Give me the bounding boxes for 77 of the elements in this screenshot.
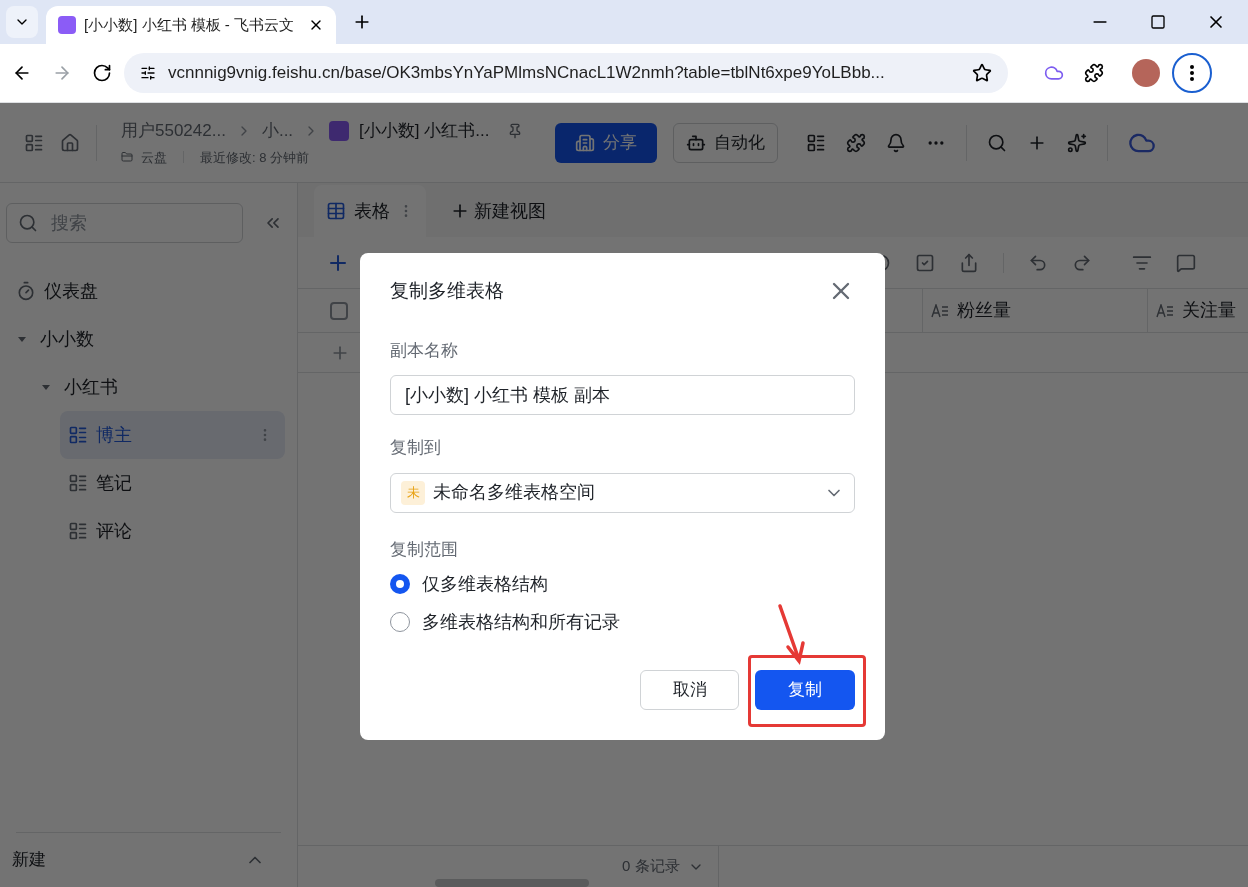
sidebar-item[interactable]: 小小数 [0, 315, 285, 363]
sidebar-item-label: 博主 [96, 423, 132, 447]
radio-label: 仅多维表格结构 [422, 572, 548, 596]
sidebar-item[interactable]: 博主 [60, 411, 285, 459]
sidebar-item[interactable]: 评论 [60, 507, 285, 555]
comment-icon[interactable] [1176, 252, 1196, 273]
plugin-icon[interactable] [846, 132, 867, 153]
sidebar-item[interactable]: 笔记 [60, 459, 285, 507]
field-label: 复制到 [390, 437, 442, 459]
breadcrumb-item[interactable]: 用户550242... [121, 118, 226, 144]
tab-list-button[interactable] [6, 6, 38, 38]
home-icon[interactable] [60, 132, 80, 153]
site-settings-icon[interactable] [140, 65, 156, 81]
app-logo-icon [329, 120, 350, 141]
text-field-icon [1156, 303, 1174, 318]
select-all-checkbox[interactable] [330, 301, 348, 320]
checklist-icon[interactable] [915, 252, 935, 273]
search-icon [18, 213, 38, 233]
automation-button[interactable]: 自动化 [673, 122, 779, 163]
breadcrumb-item[interactable]: 小... [261, 118, 294, 144]
space-badge: 未 [401, 480, 425, 505]
column-header[interactable]: 关注量 [1147, 289, 1248, 332]
maximize-icon[interactable] [1150, 14, 1166, 30]
share-icon[interactable] [959, 252, 979, 273]
destination-value: 未命名多维表格空间 [433, 481, 595, 504]
sidebar-item-label: 笔记 [96, 471, 132, 495]
copy-name-field[interactable]: [小小数] 小红书 模板 副本 [390, 375, 855, 415]
new-label[interactable]: 新建 [12, 847, 46, 873]
bell-icon[interactable] [886, 132, 907, 153]
new-view-button[interactable]: 新建视图 [450, 185, 546, 237]
search-icon[interactable] [987, 132, 1008, 153]
share-button[interactable]: 分享 [555, 122, 658, 163]
extensions-icon[interactable] [1084, 63, 1104, 83]
reload-icon[interactable] [92, 63, 112, 83]
scrollbar[interactable] [435, 879, 589, 887]
folder-icon [121, 151, 133, 164]
profile-avatar[interactable] [1132, 59, 1160, 87]
field-label: 复制范围 [390, 538, 459, 561]
radio-button[interactable] [390, 574, 410, 594]
table-icon [68, 473, 88, 493]
menu-icon [1190, 65, 1194, 81]
text-field-icon [931, 303, 949, 318]
destination-select[interactable]: 未 未命名多维表格空间 [390, 472, 855, 513]
record-count[interactable]: 0 条记录 [622, 855, 704, 878]
sidebar-item[interactable]: 仪表盘 [0, 267, 285, 315]
breadcrumb-item[interactable]: [小小数] 小红书... [359, 118, 490, 144]
redo-icon[interactable] [1072, 252, 1092, 273]
app-logo-icon [58, 16, 76, 34]
menu-button[interactable] [1172, 53, 1212, 93]
sparkle-icon[interactable] [1067, 132, 1088, 153]
browser-tab[interactable]: [小小数] 小红书 模板 - 飞书云文 [46, 6, 336, 44]
dashboard-icon [16, 281, 36, 301]
sidebar-item[interactable]: 小红书 [0, 363, 285, 411]
pointer-arrow [776, 603, 806, 665]
building-icon [575, 132, 596, 153]
cancel-button[interactable]: 取消 [640, 670, 739, 710]
location-text[interactable]: 云盘 [141, 147, 167, 167]
cloud-icon[interactable] [1044, 63, 1064, 83]
address-bar[interactable]: vcnnnig9vnig.feishu.cn/base/OK3mbsYnYaPMlmsNCnacL1W2nmh?table=tblNt6xpe9YoLBbb... [124, 53, 1008, 93]
field-label: 副本名称 [390, 339, 459, 362]
dialog-title: 复制多维表格 [390, 279, 504, 303]
sidebar-item-label: 仪表盘 [44, 279, 98, 303]
modified-text: 最近修改: 8 分钟前 [200, 148, 310, 167]
url-text: vcnnnig9vnig.feishu.cn/base/OK3mbsYnYaPMlmsNCnacL1W2nmh?table=tblNt6xpe9YoLBbb... [168, 62, 886, 85]
sidebar-item-label: 小小数 [40, 327, 94, 351]
view-tab[interactable]: 表格 [314, 185, 426, 237]
table-icon [68, 521, 88, 541]
table-icon [68, 425, 88, 445]
radio-label: 多维表格结构和所有记录 [422, 610, 620, 634]
copy-button[interactable]: 复制 [755, 670, 855, 710]
tab-title: [小小数] 小红书 模板 - 飞书云文 [84, 14, 295, 35]
undo-icon[interactable] [1028, 252, 1048, 273]
sidebar-item-label: 小红书 [64, 375, 118, 399]
column-header[interactable]: 粉丝量 [922, 289, 1147, 332]
grid-icon [326, 201, 346, 221]
star-icon[interactable] [972, 63, 992, 83]
sidebar-item-label: 评论 [96, 519, 132, 543]
